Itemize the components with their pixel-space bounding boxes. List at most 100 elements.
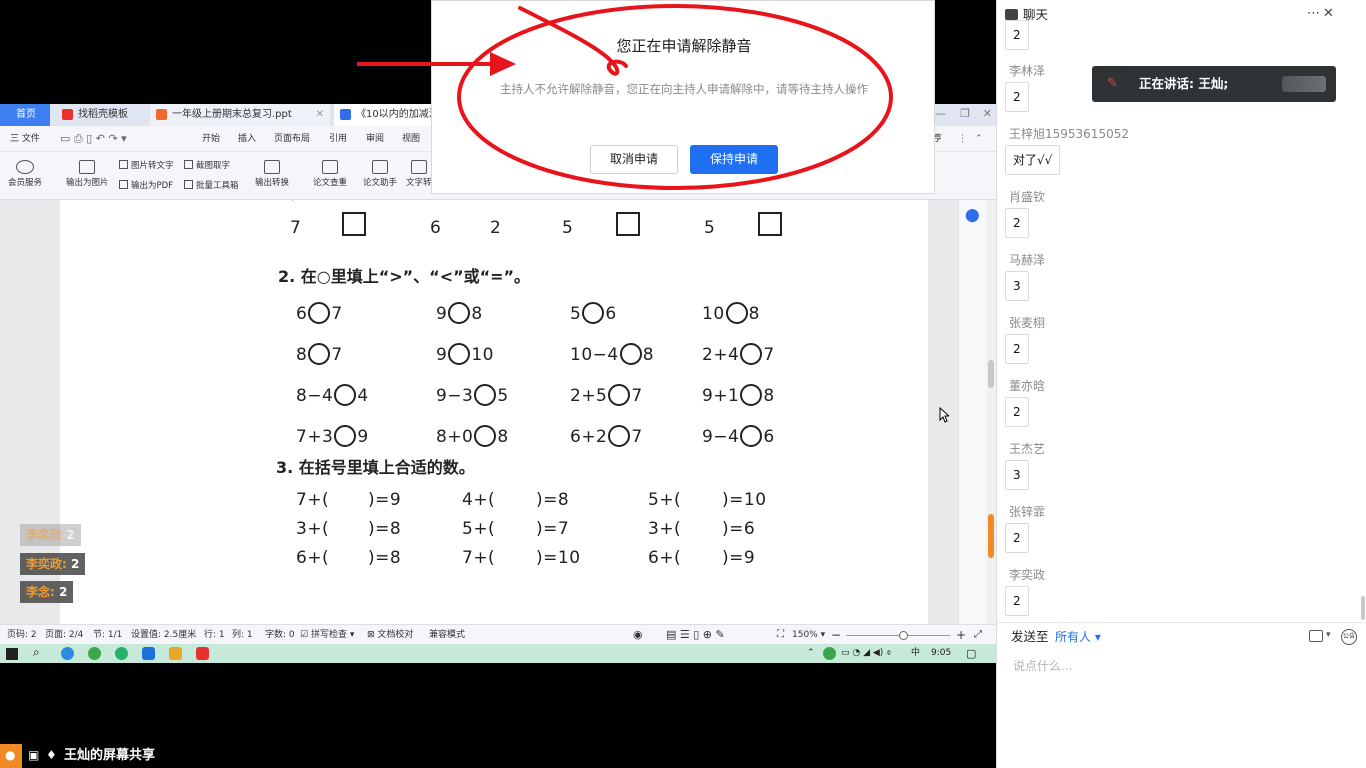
tray-expand-icon[interactable]: ⌃ xyxy=(807,644,815,663)
zoom-in-icon[interactable]: + xyxy=(956,625,966,645)
notification-icon[interactable]: ▢ xyxy=(966,644,976,663)
chevron-down-icon[interactable]: ▾ xyxy=(1326,630,1331,640)
left-operand: 9 xyxy=(436,345,448,365)
spell-check-button[interactable]: ☑ 拼写检查 ▾ xyxy=(300,625,354,645)
right-operand: 7 xyxy=(331,304,343,324)
equation-left: 6+( xyxy=(296,548,330,568)
equation-right: )=6 xyxy=(722,519,756,539)
comparison-exercise: 6+2 7 xyxy=(570,425,643,447)
status-section: 节: 1/1 xyxy=(93,630,123,640)
folder-icon[interactable] xyxy=(1309,630,1323,642)
chat-header: 聊天 ⋯ ✕ xyxy=(997,0,1366,30)
equation-left: 4+( xyxy=(462,490,496,510)
annotation-layer xyxy=(357,4,893,190)
comparison-exercise: 8+0 8 xyxy=(436,425,509,447)
zoom-out-icon[interactable]: − xyxy=(831,625,841,645)
screen-share-label: 王灿的屏幕共享 xyxy=(64,748,156,763)
send-to-label: 发送至 xyxy=(1011,629,1049,644)
chat-message-bubble: 对了√√ xyxy=(1005,145,1061,175)
fullscreen-icon[interactable]: ⤢ xyxy=(974,625,982,645)
right-tool-rail: ⬤ xyxy=(958,200,986,624)
left-operand: 6+2 xyxy=(570,427,608,447)
mouse-cursor xyxy=(939,407,949,423)
person-icon: ● xyxy=(5,748,16,762)
rank-label: 李奕政: 2 xyxy=(20,553,86,575)
rank-score: 2 xyxy=(66,528,75,542)
document-page[interactable]: 7 6 2 5 5 2. 在○里填上“>”、“<”或“=”。 6 7 9 8 5 6 10 8… xyxy=(60,200,928,624)
equation-right: )=10 xyxy=(722,490,767,510)
more-options-icon[interactable]: ⋯ xyxy=(1307,6,1320,21)
chat-scrollbar[interactable] xyxy=(1361,596,1365,620)
fit-page-icon[interactable]: ⛶ xyxy=(777,625,784,645)
label: 文档校对 xyxy=(377,630,414,640)
folder-icon[interactable] xyxy=(169,647,182,660)
announcement-icon[interactable]: 公告 xyxy=(1341,629,1357,645)
left-operand: 5 xyxy=(570,304,582,324)
shared-screen: 首页 找稻壳模板 一年级上册期末总复习.ppt ✕ 《10以内的加减法》 — ❐… xyxy=(0,0,996,768)
left-operand: 9−3 xyxy=(436,386,474,406)
left-operand: 10−4 xyxy=(570,345,619,365)
chat-input[interactable]: 说点什么... xyxy=(1013,658,1072,674)
status-words[interactable]: 字数: 0 xyxy=(265,625,295,645)
vertical-scrollbar[interactable] xyxy=(986,200,996,624)
comparison-exercise: 9+1 8 xyxy=(702,384,775,406)
view-mode-icons[interactable]: ▤ ☰ ▯ ⊕ ✎ xyxy=(666,625,725,645)
zoom-slider[interactable] xyxy=(846,635,950,636)
annotation-ellipse xyxy=(457,4,893,190)
comparison-exercise: 87 xyxy=(296,343,343,365)
label: 拼写检查 xyxy=(310,630,347,640)
tray-icons[interactable]: ▭ ◔ ◢ ◀) ⌽ xyxy=(841,644,892,663)
wps-icon[interactable] xyxy=(196,647,209,660)
status-row: 行: 1 xyxy=(204,630,225,640)
right-operand: 8 xyxy=(763,386,775,406)
status-page: 页码: 2 xyxy=(7,630,37,640)
answer-circle xyxy=(740,425,763,447)
ime-indicator[interactable]: 中 xyxy=(911,644,920,663)
mic-muted-icon: ✎ xyxy=(1107,76,1118,91)
answer-circle xyxy=(608,425,631,447)
browser-360-icon[interactable] xyxy=(88,647,101,660)
chat-message-bubble: 2 xyxy=(1005,334,1029,364)
chat-message-bubble: 2 xyxy=(1005,586,1029,616)
status-col: 列: 1 xyxy=(232,630,253,640)
chat-sender-name: 李林泽 xyxy=(1009,64,1046,78)
answer-circle xyxy=(334,384,357,406)
right-operand: 8 xyxy=(642,345,655,365)
rank-score: 2 xyxy=(71,557,80,571)
left-operand: 2+4 xyxy=(702,345,740,365)
mic-icon: ♦ xyxy=(46,748,57,762)
close-icon[interactable]: ✕ xyxy=(1323,6,1334,21)
ie-browser-icon[interactable] xyxy=(61,647,74,660)
meeting-app-icon[interactable] xyxy=(142,647,155,660)
search-icon[interactable]: ⌕ xyxy=(33,645,40,660)
send-target-select[interactable]: 所有人 ▾ xyxy=(1055,629,1101,645)
windows-start-icon[interactable] xyxy=(6,648,18,660)
status-pages: 页面: 2/4 xyxy=(45,630,84,640)
right-operand: 8 xyxy=(748,304,760,324)
left-operand: 8−4 xyxy=(296,386,334,406)
equation-left: 6+( xyxy=(648,548,682,568)
comparison-exercise: 9 10 xyxy=(436,343,494,365)
eye-protect-icon[interactable]: ◉ xyxy=(633,625,643,645)
app-green-icon[interactable] xyxy=(115,647,128,660)
chat-message-bubble: 2 xyxy=(1005,523,1029,553)
rank-name: 李念: xyxy=(26,585,55,599)
chat-divider xyxy=(997,622,1366,623)
answer-circle xyxy=(448,343,471,365)
rank-label: 李念: 2 xyxy=(20,581,74,603)
chat-sender-name: 王杰艺 xyxy=(1009,442,1046,456)
zoom-select[interactable]: 150% ▾ xyxy=(792,625,825,645)
right-operand: 7 xyxy=(631,427,643,447)
speaking-indicator: ✎ 正在讲话: 王灿; xyxy=(1092,66,1336,102)
answer-circle xyxy=(308,343,331,365)
scroll-thumb[interactable] xyxy=(988,360,994,388)
right-operand: 10 xyxy=(471,345,494,365)
comparison-exercise: 9−3 5 xyxy=(436,384,509,406)
proofread-button[interactable]: ⊠ 文档校对 xyxy=(367,625,413,645)
chat-message-bubble: 2 xyxy=(1005,397,1029,427)
tray-app-icon[interactable] xyxy=(823,647,836,660)
equation-right: )=7 xyxy=(536,519,570,539)
zoom-slider-handle[interactable] xyxy=(899,631,908,640)
comparison-exercise: 98 xyxy=(436,302,483,324)
comparison-exercise: 2+4 7 xyxy=(702,343,775,365)
